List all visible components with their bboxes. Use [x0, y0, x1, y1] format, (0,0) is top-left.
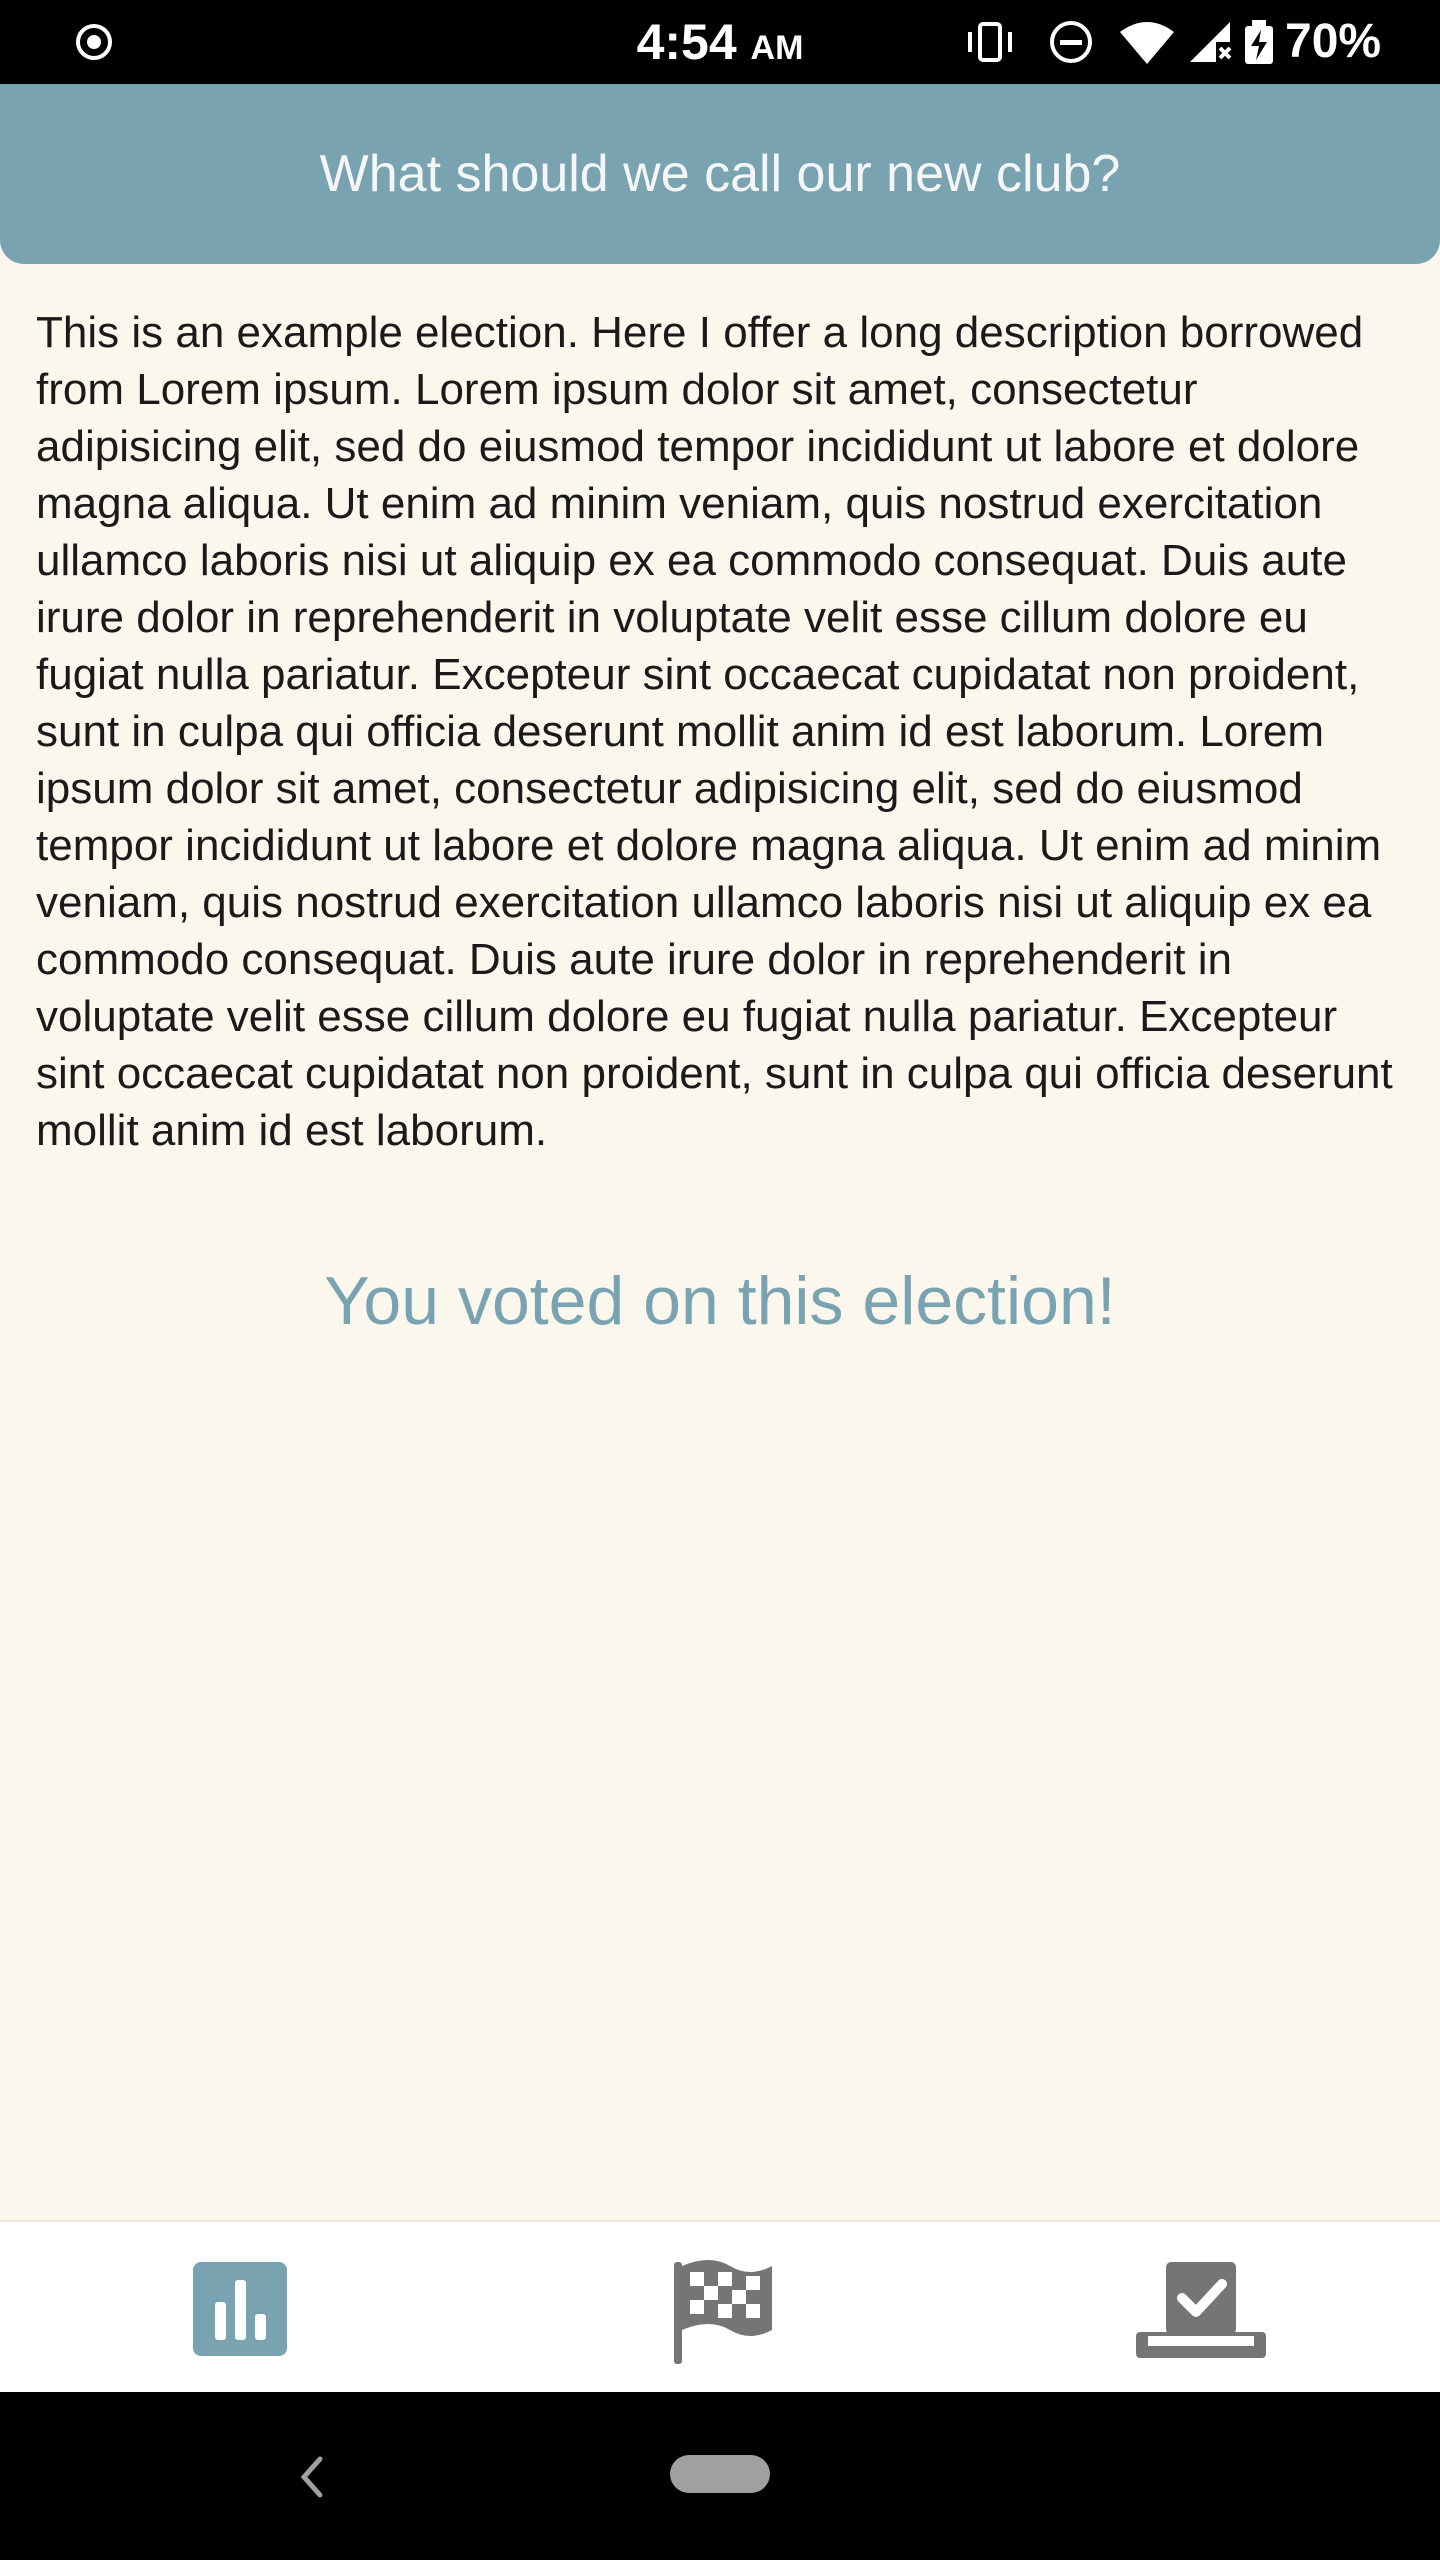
election-title: What should we call our new club?: [319, 145, 1121, 203]
battery-percentage: 70%: [1285, 15, 1382, 68]
nav-results[interactable]: [160, 2244, 320, 2374]
clock-time: 4:54: [636, 14, 737, 70]
election-description: This is an example election. Here I offe…: [36, 308, 1393, 1155]
signal-icon: [1190, 22, 1232, 62]
do-not-disturb-icon: [1050, 21, 1092, 63]
back-icon[interactable]: [290, 2447, 334, 2507]
wifi-icon: [1120, 22, 1174, 64]
voted-message: You voted on this election!: [324, 1263, 1116, 1339]
vibrate-icon: [968, 22, 1012, 62]
election-header: What should we call our new club?: [0, 84, 1440, 264]
bar-chart-icon: [193, 2262, 287, 2356]
ballot-box-icon: [1136, 2262, 1266, 2358]
nav-finish[interactable]: [640, 2244, 800, 2374]
home-button[interactable]: [670, 2455, 770, 2493]
checkered-flag-icon: [674, 2260, 772, 2364]
clock-ampm: AM: [750, 29, 804, 67]
battery-charging-icon: [1245, 20, 1273, 64]
system-navigation-bar: [0, 2392, 1440, 2560]
bottom-navigation: [0, 2220, 1440, 2394]
nav-vote[interactable]: [1120, 2244, 1280, 2374]
status-bar: 4:54 AM 70%: [0, 0, 1440, 84]
